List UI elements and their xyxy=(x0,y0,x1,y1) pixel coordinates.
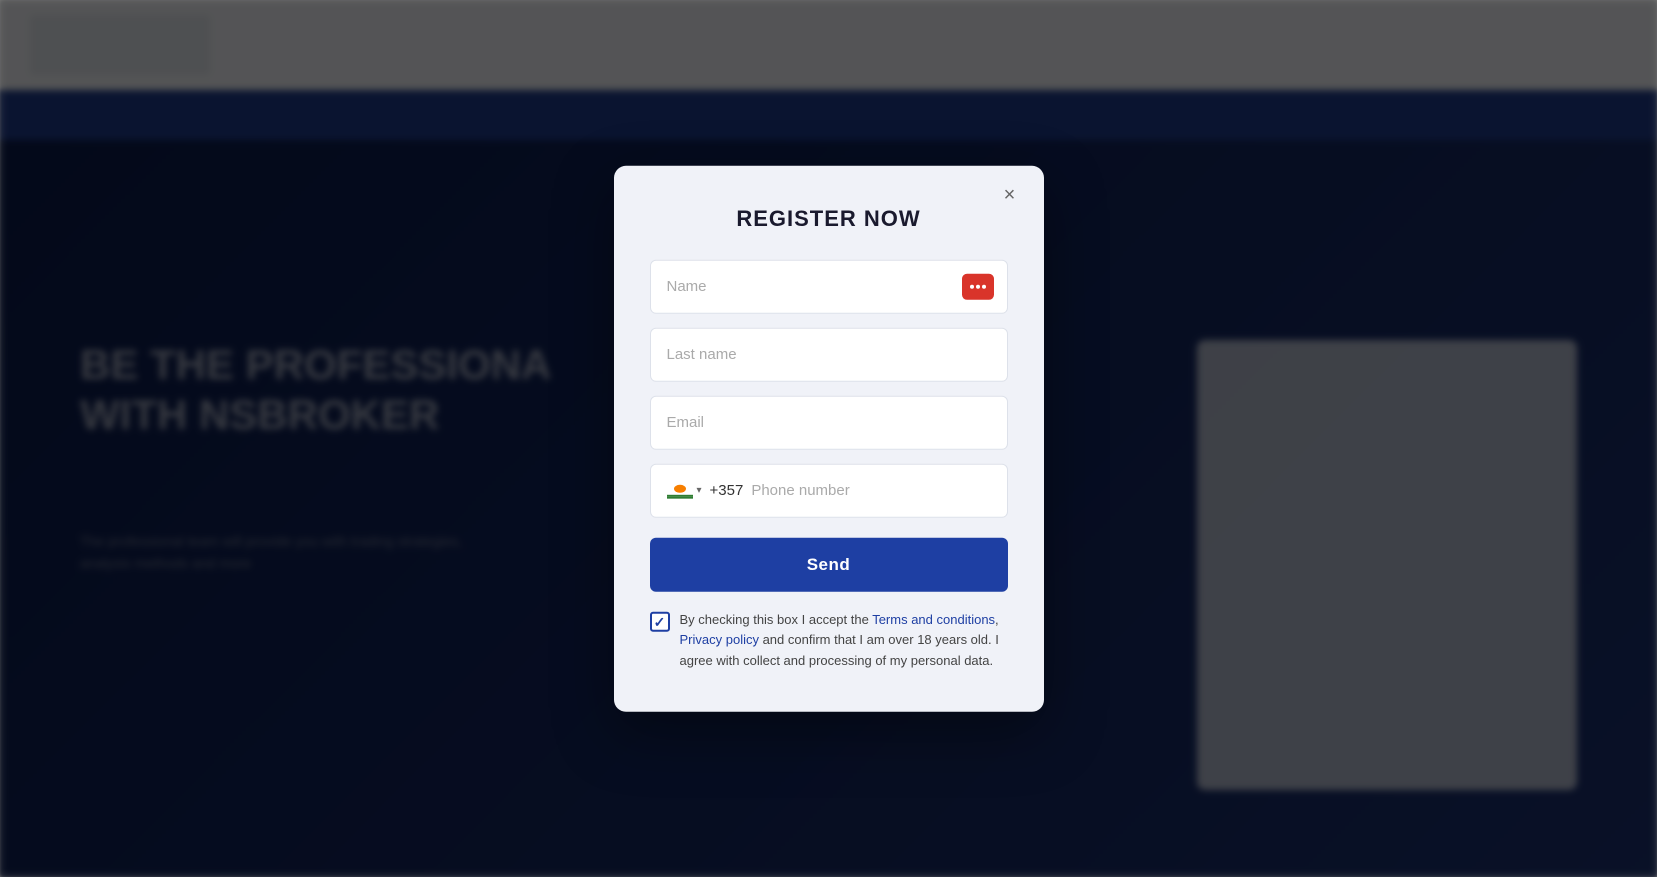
terms-row: ✓ By checking this box I accept the Term… xyxy=(650,609,1008,671)
phone-field-container: ▾ +357 xyxy=(650,463,1008,517)
checkmark-icon: ✓ xyxy=(654,614,666,628)
country-code-selector[interactable]: ▾ xyxy=(667,482,702,499)
dot1 xyxy=(970,284,974,288)
dropdown-chevron-icon: ▾ xyxy=(697,485,702,496)
terms-text: By checking this box I accept the Terms … xyxy=(680,609,1008,671)
modal-title: REGISTER NOW xyxy=(650,205,1008,231)
name-input-container xyxy=(650,259,1008,313)
phone-field-wrapper: ▾ +357 xyxy=(650,463,1008,517)
terms-checkbox-wrapper[interactable]: ✓ xyxy=(650,611,670,631)
name-input[interactable] xyxy=(650,259,1008,313)
dot2 xyxy=(976,284,980,288)
name-field-wrapper xyxy=(650,259,1008,313)
register-modal: × REGISTER NOW xyxy=(614,165,1044,711)
email-field-wrapper xyxy=(650,395,1008,449)
lastname-input[interactable] xyxy=(650,327,1008,381)
terms-checkbox[interactable]: ✓ xyxy=(650,611,670,631)
cyprus-flag-icon xyxy=(667,482,693,499)
phone-input[interactable] xyxy=(751,482,990,499)
privacy-link[interactable]: Privacy policy xyxy=(680,632,759,647)
dot3 xyxy=(982,284,986,288)
send-button[interactable]: Send xyxy=(650,537,1008,591)
close-button[interactable]: × xyxy=(996,181,1024,209)
email-input[interactable] xyxy=(650,395,1008,449)
chat-icon xyxy=(962,273,994,299)
terms-link[interactable]: Terms and conditions xyxy=(872,611,995,626)
lastname-field-wrapper xyxy=(650,327,1008,381)
phone-code-label: +357 xyxy=(710,482,744,499)
